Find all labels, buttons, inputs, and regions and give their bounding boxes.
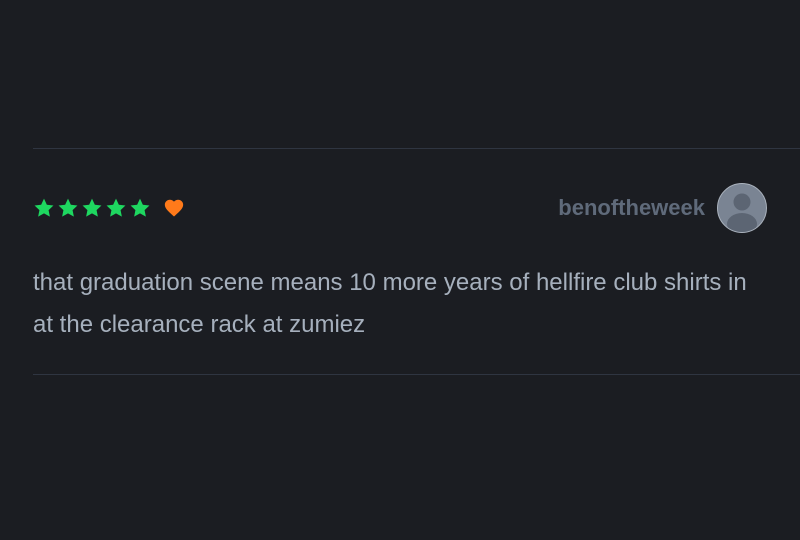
star-icon	[81, 197, 103, 219]
default-avatar-icon	[727, 193, 757, 232]
review-header: benoftheweek	[33, 183, 767, 235]
star-icon	[57, 197, 79, 219]
star-icon	[129, 197, 151, 219]
star-rating	[33, 197, 185, 219]
review-author[interactable]: benoftheweek	[558, 183, 767, 233]
star-icon	[33, 197, 55, 219]
username-link[interactable]: benoftheweek	[558, 195, 705, 221]
heart-icon	[163, 197, 185, 219]
review-text: that graduation scene means 10 more year…	[33, 269, 747, 338]
review-card: benoftheweek that graduation scene means…	[33, 148, 800, 375]
star-icon	[105, 197, 127, 219]
avatar[interactable]	[717, 183, 767, 233]
